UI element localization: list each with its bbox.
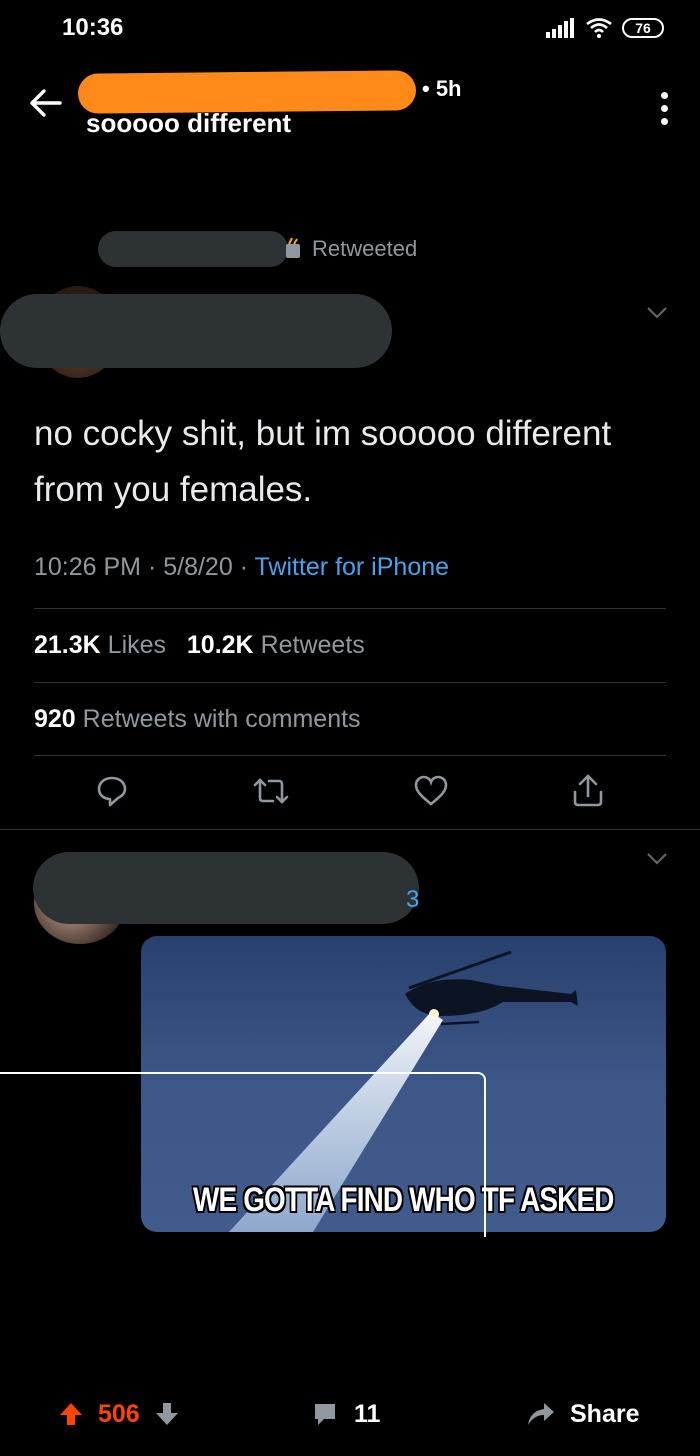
reply-icon[interactable] — [95, 774, 129, 808]
status-icons: 76 — [546, 18, 664, 38]
quote-tweets-stat[interactable]: 920 Retweets with comments — [34, 705, 361, 734]
downvote-arrow-icon[interactable] — [154, 1401, 180, 1427]
engagement-stats: 21.3K Likes 10.2K Retweets — [34, 631, 365, 660]
retweeted-label: Retweeted — [312, 236, 418, 261]
author-name-redaction — [0, 294, 392, 368]
share-icon[interactable] — [571, 774, 605, 808]
signal-icon — [546, 18, 574, 38]
upvote-count: 506 — [98, 1399, 140, 1428]
overlay-outline — [0, 1072, 486, 1237]
post-age: • 5h — [422, 76, 462, 101]
comment-bubble-icon — [315, 1404, 335, 1425]
tweet-actions — [34, 774, 666, 808]
tweet-text: no cocky shit, but im sooooo different f… — [34, 414, 612, 509]
retweeter-redaction — [98, 231, 288, 267]
post-footer: 506 11 Share — [0, 1390, 700, 1438]
share-button[interactable]: Share — [526, 1400, 639, 1429]
heart-icon[interactable] — [413, 774, 449, 808]
retweet-icon — [286, 238, 300, 258]
chevron-down-icon[interactable] — [646, 306, 668, 320]
share-arrow-icon — [528, 1403, 554, 1425]
status-time: 10:36 — [62, 14, 124, 41]
more-options-button[interactable] — [661, 92, 668, 125]
divider — [34, 755, 666, 756]
back-button[interactable] — [28, 88, 62, 123]
reply-partial-text: 3 — [406, 886, 420, 913]
tweet-source-link[interactable]: Twitter for iPhone — [255, 553, 450, 581]
post-title: sooooo different — [86, 108, 292, 138]
divider — [34, 682, 666, 683]
arrow-left-icon — [30, 89, 62, 117]
comments-button[interactable]: 11 — [312, 1400, 380, 1429]
comment-count: 11 — [354, 1399, 381, 1428]
divider — [34, 608, 666, 609]
tweet-timestamp: 10:26 PM · 5/8/20 · — [34, 553, 255, 581]
reply-author-redaction — [33, 852, 419, 924]
retweets-stat[interactable]: 10.2K Retweets — [187, 631, 365, 659]
battery-icon: 76 — [622, 18, 664, 38]
wifi-icon — [586, 18, 612, 38]
likes-stat[interactable]: 21.3K Likes — [34, 631, 166, 659]
divider — [0, 829, 700, 830]
upvote-arrow-icon[interactable] — [58, 1401, 84, 1427]
chevron-down-icon[interactable] — [646, 852, 668, 866]
retweet-action-icon[interactable] — [251, 774, 291, 808]
tweet-meta: 10:26 PM · 5/8/20 · Twitter for iPhone — [34, 553, 449, 582]
vote-control: 506 — [58, 1400, 180, 1429]
share-label: Share — [570, 1399, 640, 1428]
